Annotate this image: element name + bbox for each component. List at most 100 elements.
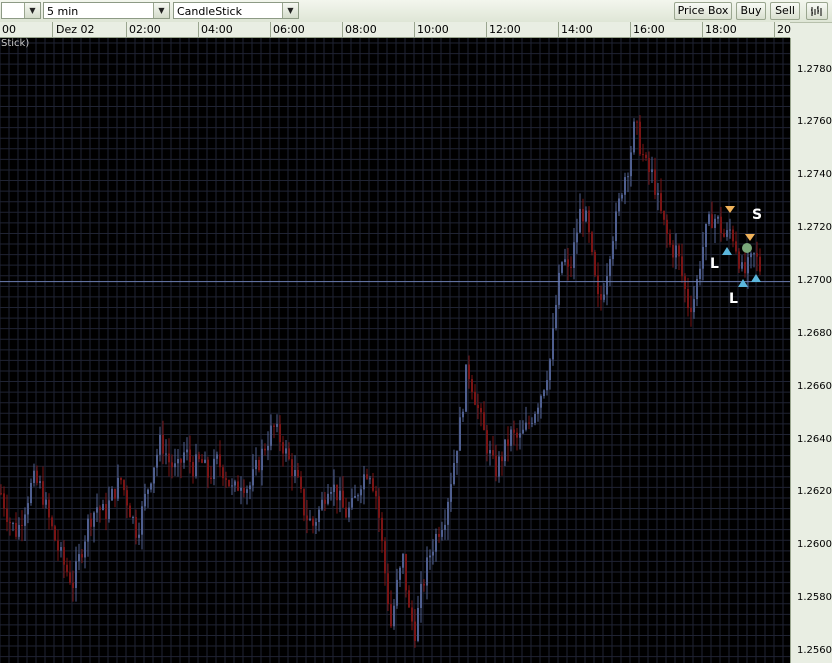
candle-body bbox=[231, 485, 233, 487]
time-label: 06:00 bbox=[273, 23, 305, 36]
candle-body bbox=[708, 214, 710, 224]
candle-body bbox=[30, 482, 32, 504]
candle-body bbox=[270, 425, 272, 446]
chevron-down-icon[interactable]: ▼ bbox=[24, 3, 40, 18]
candle-body bbox=[207, 459, 209, 478]
candle-body bbox=[387, 573, 389, 605]
bar-chart-icon[interactable] bbox=[806, 2, 828, 20]
candle-body bbox=[417, 607, 419, 641]
candle-body bbox=[249, 485, 251, 490]
candle-body bbox=[318, 509, 320, 523]
candle-body bbox=[741, 262, 743, 269]
candle-body bbox=[477, 404, 479, 409]
candle-body bbox=[672, 244, 674, 258]
candle-body bbox=[261, 448, 263, 471]
time-label: Dez 02 bbox=[56, 23, 95, 36]
chart-title: Stick) bbox=[1, 38, 30, 49]
candle-body bbox=[219, 454, 221, 468]
time-label: 10:00 bbox=[417, 23, 449, 36]
price-label: 1.2680 bbox=[797, 328, 832, 339]
candle-body bbox=[150, 483, 152, 490]
candle-body bbox=[15, 522, 17, 537]
candle-body bbox=[147, 489, 149, 494]
candle-body bbox=[192, 461, 194, 477]
candle-body bbox=[546, 380, 548, 391]
candle-body bbox=[291, 459, 293, 476]
chart-type-dropdown[interactable]: CandleStick ▼ bbox=[173, 2, 299, 19]
candle-body bbox=[264, 448, 266, 451]
candle-body bbox=[27, 503, 29, 515]
price-chart[interactable]: Stick) L L S bbox=[0, 38, 790, 663]
candle-body bbox=[429, 555, 431, 558]
candle-body bbox=[57, 540, 59, 551]
candle-body bbox=[555, 304, 557, 329]
candle-body bbox=[234, 481, 236, 486]
candle-body bbox=[156, 454, 158, 468]
price-label: 1.2760 bbox=[797, 116, 832, 127]
candle-body bbox=[108, 500, 110, 520]
candle-body bbox=[612, 241, 614, 260]
candle-body bbox=[216, 454, 218, 459]
candle-body bbox=[114, 488, 116, 499]
candle-body bbox=[732, 229, 734, 242]
candle-body bbox=[693, 299, 695, 313]
candle-body bbox=[456, 450, 458, 463]
candle-body bbox=[423, 583, 425, 586]
candle-body bbox=[78, 554, 80, 562]
price-label: 1.2580 bbox=[797, 592, 832, 603]
buy-arrow-icon[interactable] bbox=[751, 274, 761, 282]
candle-body bbox=[504, 439, 506, 462]
interval-dropdown[interactable]: 5 min ▼ bbox=[43, 2, 170, 19]
candle-body bbox=[372, 478, 374, 491]
candle-body bbox=[636, 121, 638, 123]
price-box-button[interactable]: Price Box bbox=[674, 2, 732, 20]
chevron-down-icon[interactable]: ▼ bbox=[282, 3, 298, 18]
buy-button[interactable]: Buy bbox=[736, 2, 766, 20]
candle-body bbox=[66, 564, 68, 573]
candle-body bbox=[393, 605, 395, 627]
candle-body bbox=[522, 429, 524, 434]
chevron-down-icon[interactable]: ▼ bbox=[153, 3, 169, 18]
time-label: 14:00 bbox=[561, 23, 593, 36]
candle-body bbox=[285, 448, 287, 454]
candlestick-plot bbox=[0, 38, 790, 663]
price-axis: 1.2780 1.2760 1.2740 1.2720 1.2700 1.268… bbox=[790, 38, 832, 663]
buy-arrow-icon[interactable] bbox=[722, 247, 732, 255]
candle-body bbox=[306, 515, 308, 521]
candle-body bbox=[645, 154, 647, 159]
candle-body bbox=[531, 422, 533, 424]
candle-body bbox=[276, 423, 278, 427]
candle-body bbox=[195, 454, 197, 477]
candle-body bbox=[441, 529, 443, 537]
candle-body bbox=[603, 294, 605, 300]
symbol-dropdown[interactable]: ▼ bbox=[1, 2, 41, 19]
candle-body bbox=[342, 490, 344, 508]
candle-body bbox=[507, 439, 509, 446]
candle-body bbox=[483, 412, 485, 431]
position-dot-icon[interactable] bbox=[742, 243, 752, 253]
candle-body bbox=[516, 432, 518, 438]
candle-body bbox=[438, 533, 440, 537]
candle-body bbox=[81, 554, 83, 558]
candle-body bbox=[309, 518, 311, 521]
candle-body bbox=[702, 246, 704, 269]
candle-body bbox=[537, 407, 539, 415]
candle-body bbox=[42, 481, 44, 505]
candle-body bbox=[222, 467, 224, 479]
candle-body bbox=[510, 429, 512, 446]
candle-body bbox=[633, 121, 635, 153]
chart-toolbar: ▼ 5 min ▼ CandleStick ▼ Price Box Buy Se… bbox=[0, 0, 832, 23]
candle-body bbox=[666, 219, 668, 235]
candle-body bbox=[528, 422, 530, 424]
candle-body bbox=[24, 514, 26, 526]
candle-body bbox=[489, 450, 491, 454]
candle-body bbox=[204, 459, 206, 463]
candle-body bbox=[12, 522, 14, 524]
time-label: 04:00 bbox=[201, 23, 233, 36]
candle-body bbox=[300, 476, 302, 489]
time-label: 02:00 bbox=[129, 23, 161, 36]
candle-body bbox=[675, 245, 677, 258]
candle-body bbox=[390, 604, 392, 627]
candle-body bbox=[405, 553, 407, 591]
sell-button[interactable]: Sell bbox=[770, 2, 800, 20]
